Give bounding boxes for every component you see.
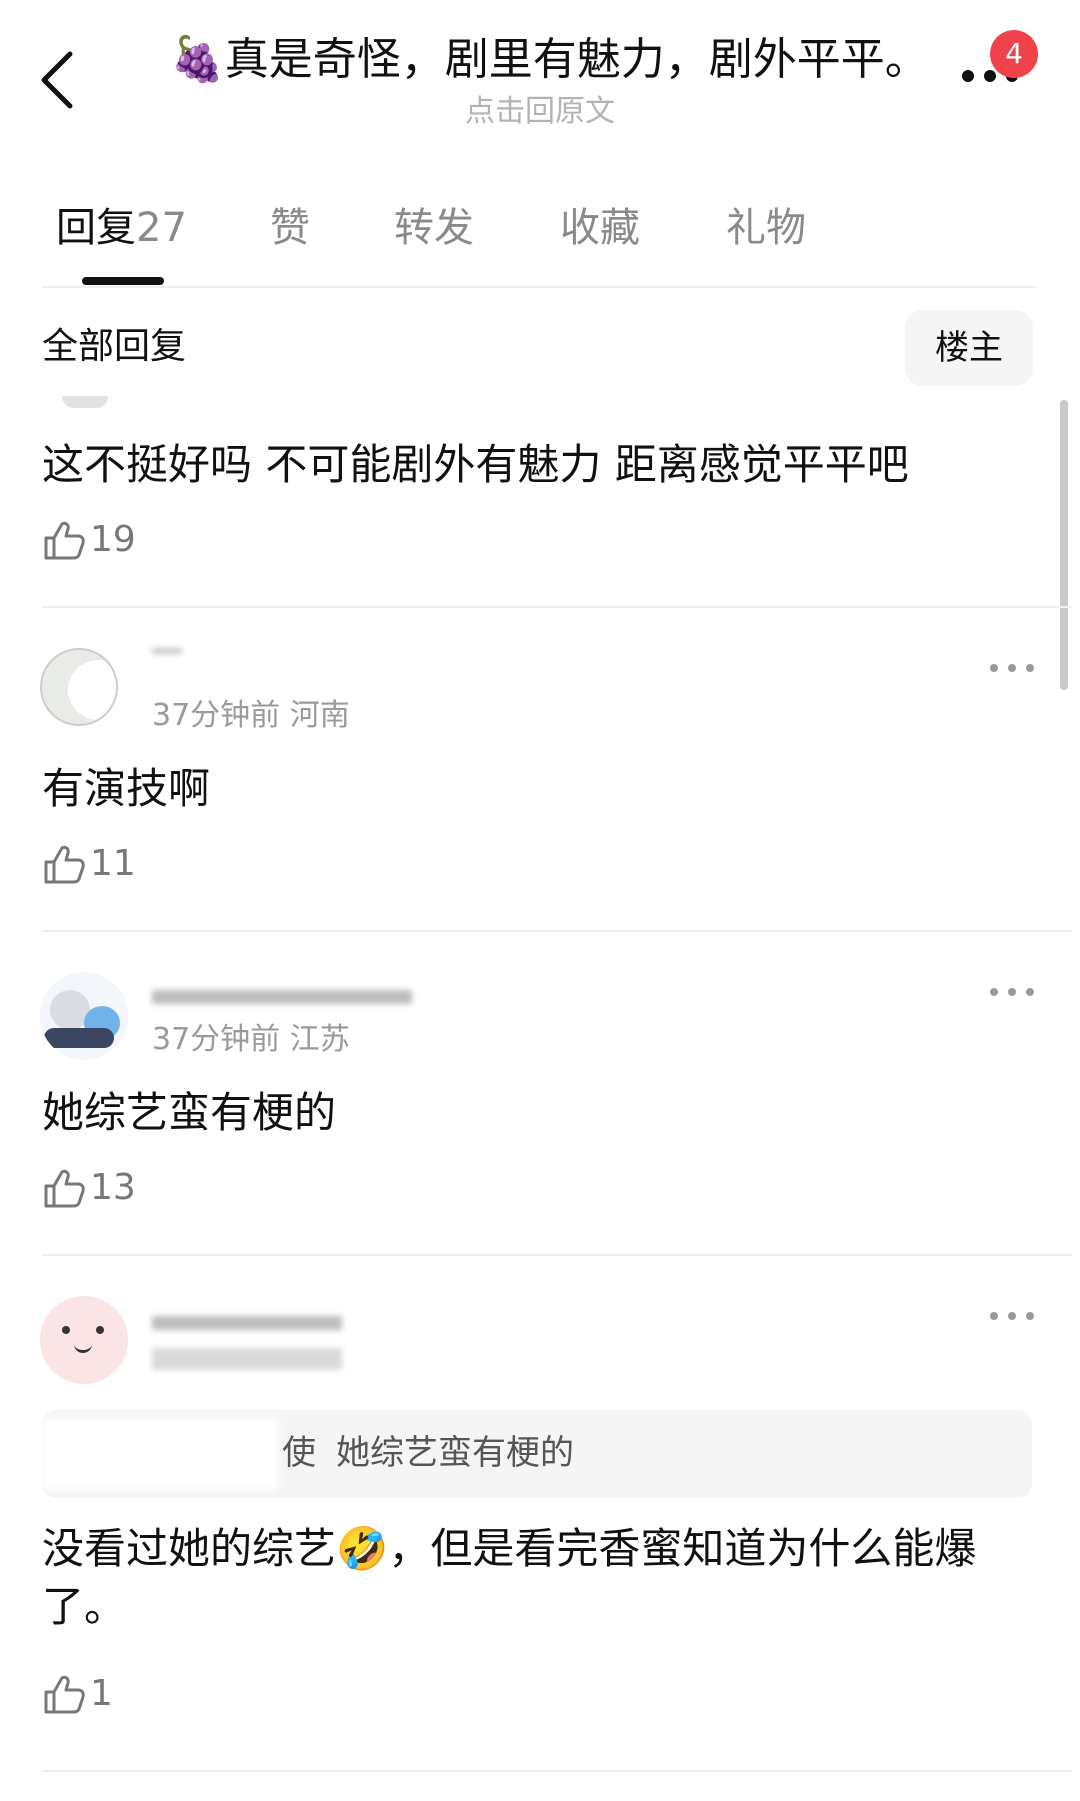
tab-gifts[interactable]: 礼物	[726, 198, 806, 258]
like-count: 13	[90, 1167, 136, 1208]
scrollbar[interactable]	[1060, 400, 1068, 690]
thumbs-up-icon	[44, 1675, 85, 1714]
rofl-emoji-icon: 🤣	[336, 1524, 389, 1573]
post-title-text: 真是奇怪，剧里有魅力，剧外平平。	[224, 34, 929, 85]
like-count: 19	[90, 519, 136, 560]
tabs-divider	[42, 286, 1036, 288]
comment-divider	[42, 930, 1072, 932]
like-button[interactable]: 13	[42, 1166, 136, 1210]
notification-badge: 4	[990, 30, 1038, 78]
username-redacted[interactable]	[152, 1316, 342, 1330]
comment-text: 她综艺蛮有梗的	[42, 1088, 337, 1137]
tab-reposts[interactable]: 转发	[394, 198, 474, 258]
post-title-area[interactable]: 🍇真是奇怪，剧里有魅力，剧外平平。 点击回原文	[170, 30, 929, 132]
comment-meta: 37分钟前 河南	[152, 698, 350, 733]
thumbs-up-icon	[44, 845, 85, 884]
comment-text: 没看过她的综艺🤣，但是看完香蜜知道为什么能爆了。	[42, 1520, 1022, 1636]
like-button[interactable]: 11	[42, 842, 136, 886]
comment-text: 有演技啊	[42, 764, 211, 813]
username-redacted[interactable]	[152, 648, 182, 654]
like-count: 11	[90, 843, 136, 884]
avatar[interactable]	[40, 648, 118, 726]
tab-favorites[interactable]: 收藏	[560, 198, 640, 258]
active-tab-indicator	[82, 277, 164, 285]
comment-text-part: 没看过她的综艺	[42, 1524, 337, 1573]
comment-divider	[42, 1254, 1072, 1256]
like-button[interactable]: 1	[42, 1672, 113, 1716]
grape-emoji-icon: 🍇	[170, 34, 225, 85]
comment-more-icon[interactable]	[988, 984, 1036, 1000]
avatar[interactable]	[40, 972, 128, 1060]
like-count: 1	[90, 1673, 113, 1714]
username-redacted[interactable]	[152, 990, 412, 1004]
comment-meta: 37分钟前 江苏	[152, 1022, 350, 1057]
tab-replies[interactable]: 回复27	[56, 198, 187, 258]
quoted-username-redacted	[42, 1418, 278, 1490]
comment-meta-redacted	[152, 1348, 342, 1370]
back-to-original-link[interactable]: 点击回原文	[170, 92, 910, 132]
quoted-username-fragment: 使	[282, 1433, 316, 1473]
thumbs-up-icon	[44, 521, 85, 560]
back-arrow-icon[interactable]	[38, 48, 78, 112]
comment-text: 这不挺好吗 不可能剧外有魅力 距离感觉平平吧	[42, 440, 909, 489]
comment-more-icon[interactable]	[988, 660, 1036, 676]
avatar[interactable]	[40, 1296, 128, 1384]
all-replies-heading: 全部回复	[42, 326, 187, 367]
op-only-button[interactable]: 楼主	[905, 310, 1033, 386]
quoted-reply-text: 她综艺蛮有梗的	[336, 1433, 574, 1473]
thumbs-up-icon	[44, 1169, 85, 1208]
post-title: 🍇真是奇怪，剧里有魅力，剧外平平。	[170, 30, 929, 90]
avatar[interactable]	[62, 396, 108, 408]
like-button[interactable]: 19	[42, 518, 136, 562]
comment-divider	[42, 1770, 1072, 1772]
tab-replies-label: 回复	[56, 205, 136, 251]
comment-more-icon[interactable]	[988, 1308, 1036, 1324]
tab-likes[interactable]: 赞	[270, 198, 310, 258]
tab-replies-count: 27	[136, 205, 187, 251]
comment-divider	[42, 606, 1072, 608]
